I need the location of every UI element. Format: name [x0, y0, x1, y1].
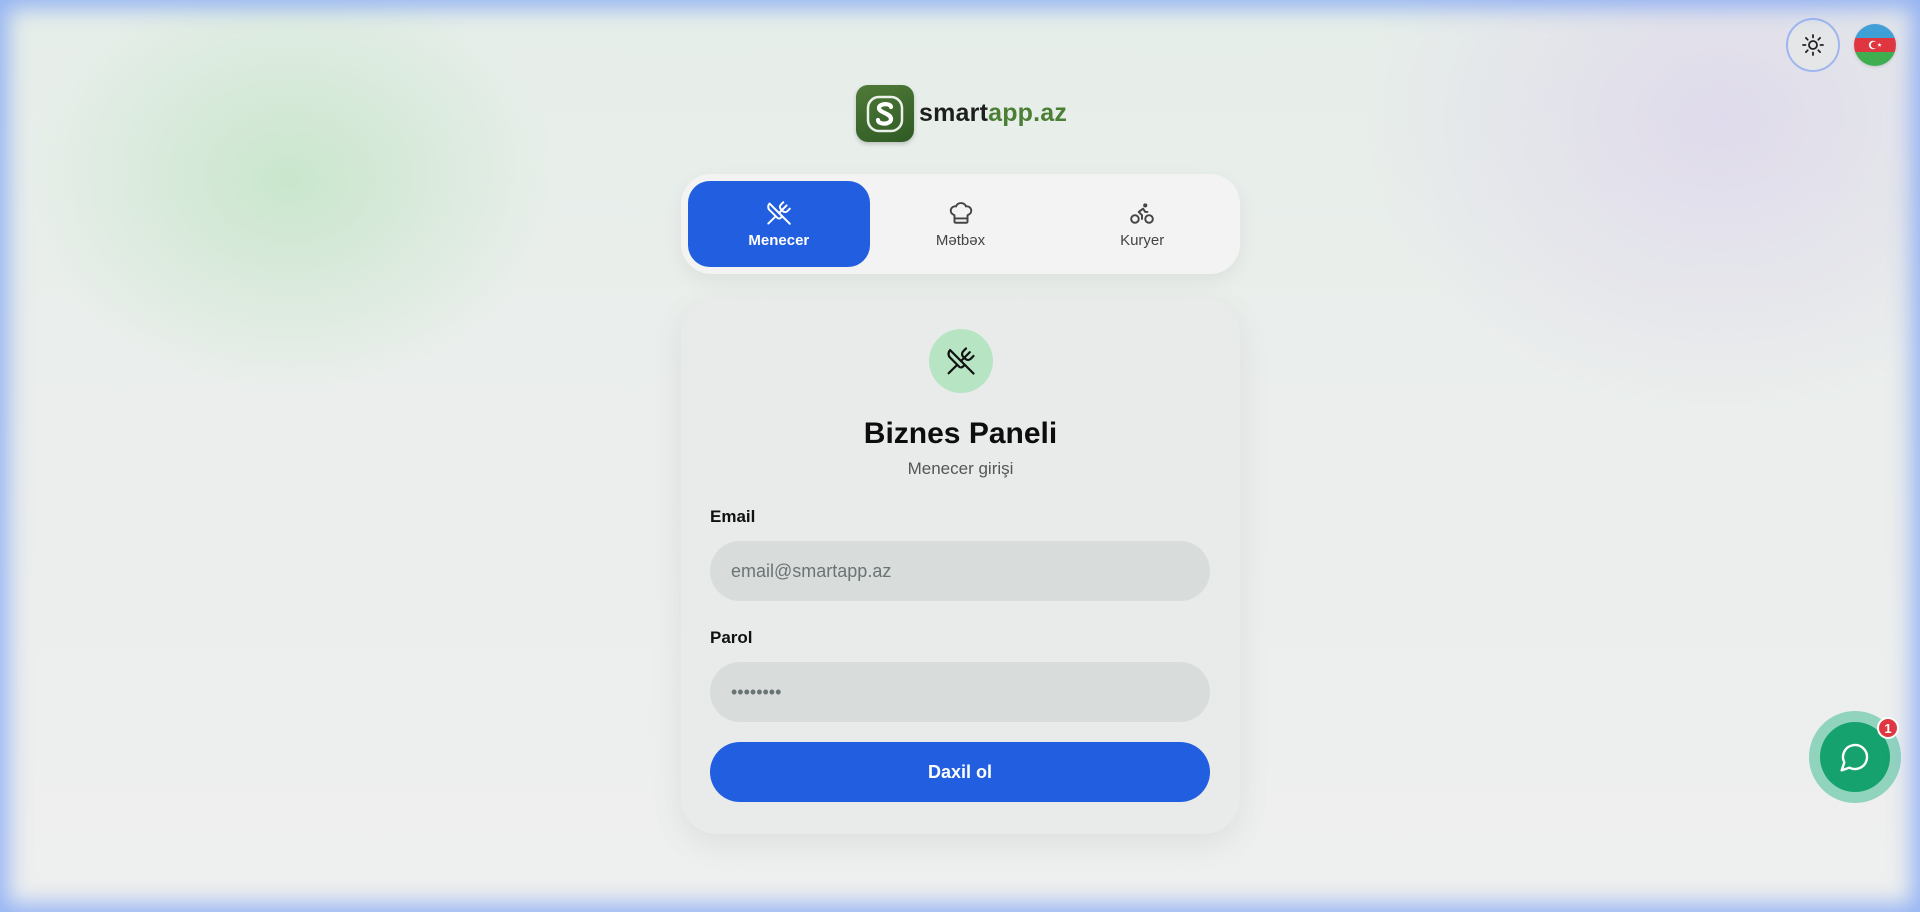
- theme-toggle-button[interactable]: [1786, 18, 1840, 72]
- brand-name: smartapp.az: [919, 99, 1067, 128]
- brand-logo[interactable]: smartapp.az: [856, 85, 1067, 142]
- s-logo-icon: [856, 85, 914, 142]
- top-right-controls: [1786, 18, 1896, 72]
- tab-kuryer-label: Kuryer: [1120, 231, 1165, 249]
- login-submit-button[interactable]: Daxil ol: [710, 742, 1210, 802]
- card-subtitle: Menecer girişi: [907, 459, 1014, 478]
- email-field[interactable]: [710, 541, 1210, 601]
- utensils-crossed-icon: [946, 347, 975, 375]
- chat-unread-badge: 1: [1877, 717, 1899, 739]
- role-icon-badge: [928, 329, 993, 393]
- chat-bubble-icon: [1840, 743, 1869, 772]
- tab-menecer-label: Menecer: [748, 231, 810, 249]
- tab-metbex-label: Mətbəx: [935, 231, 986, 249]
- login-card: Biznes Paneli Menecer girişi Email Parol…: [681, 299, 1240, 834]
- tab-kuryer[interactable]: Kuryer: [1051, 181, 1233, 267]
- password-field[interactable]: [710, 662, 1210, 722]
- password-label: Parol: [710, 628, 753, 647]
- language-selector-button[interactable]: [1854, 24, 1896, 66]
- bicycle-icon: [1130, 202, 1154, 224]
- email-label: Email: [710, 507, 756, 526]
- sun-icon: [1802, 34, 1824, 56]
- card-title: Biznes Paneli: [863, 417, 1058, 450]
- tab-menecer[interactable]: Menecer: [688, 181, 870, 267]
- brand-name-part2: app.az: [988, 99, 1068, 127]
- brand-name-part1: smart: [919, 99, 989, 127]
- chat-button[interactable]: 1: [1809, 711, 1901, 803]
- azerbaijan-flag-icon: [1868, 40, 1882, 50]
- role-tabs: Menecer Mətbəx Kuryer: [681, 174, 1240, 274]
- tab-metbex[interactable]: Mətbəx: [870, 181, 1052, 267]
- chef-hat-icon: [949, 201, 972, 224]
- utensils-crossed-icon: [767, 200, 791, 225]
